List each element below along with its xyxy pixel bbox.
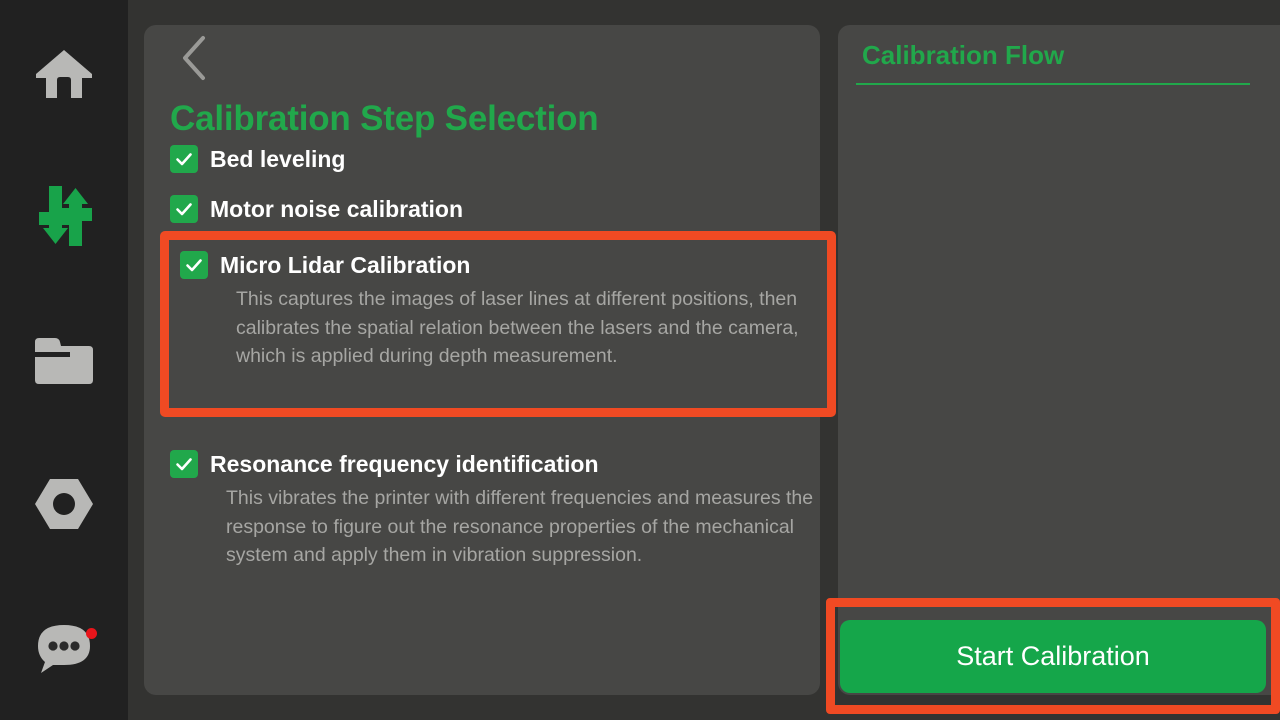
sidebar-item-messages[interactable] [0,602,128,694]
chat-icon [35,621,93,675]
step-description: This vibrates the printer with different… [226,487,814,566]
step-label: Bed leveling [210,146,346,172]
step-label: Motor noise calibration [210,196,464,222]
page-title: Calibration Step Selection [170,99,599,138]
home-icon [34,48,94,100]
checkbox-resonance-frequency-identification[interactable] [170,450,198,478]
sidebar-item-home[interactable] [0,28,128,120]
checkbox-bed-leveling[interactable] [170,145,198,173]
calibration-step-list: Bed leveling Motor noise calibration [170,144,830,244]
controls-icon [35,186,93,246]
step-item-resonance-frequency-identification[interactable]: Resonance frequency identification This … [170,449,830,570]
step-item-bed-leveling[interactable]: Bed leveling [170,144,830,174]
calibration-flow-divider [856,83,1250,85]
nut-icon [34,478,94,530]
step-label: Resonance frequency identification [210,451,599,477]
calibration-screen: Calibration Step Selection Bed leveling [0,0,1280,720]
checkbox-micro-lidar-calibration[interactable] [180,251,208,279]
start-calibration-button[interactable]: Start Calibration [840,620,1266,693]
chevron-left-icon [181,35,207,86]
sidebar-item-calibration[interactable] [0,458,128,550]
back-button[interactable] [168,32,220,88]
checkbox-motor-noise-calibration[interactable] [170,195,198,223]
step-item-motor-noise-calibration[interactable]: Motor noise calibration [170,194,830,224]
sidebar [0,0,128,720]
calibration-flow-panel [838,25,1280,695]
step-item-micro-lidar-calibration[interactable]: Micro Lidar Calibration This captures th… [169,240,827,408]
step-label: Micro Lidar Calibration [220,252,471,278]
annotation-box-micro-lidar: Micro Lidar Calibration This captures th… [160,231,836,417]
notification-badge-dot [86,628,97,639]
sidebar-item-files[interactable] [0,315,128,407]
folder-icon [35,338,93,384]
sidebar-item-controls[interactable] [0,170,128,262]
calibration-flow-title: Calibration Flow [862,40,1065,70]
step-description: This captures the images of laser lines … [236,288,799,367]
